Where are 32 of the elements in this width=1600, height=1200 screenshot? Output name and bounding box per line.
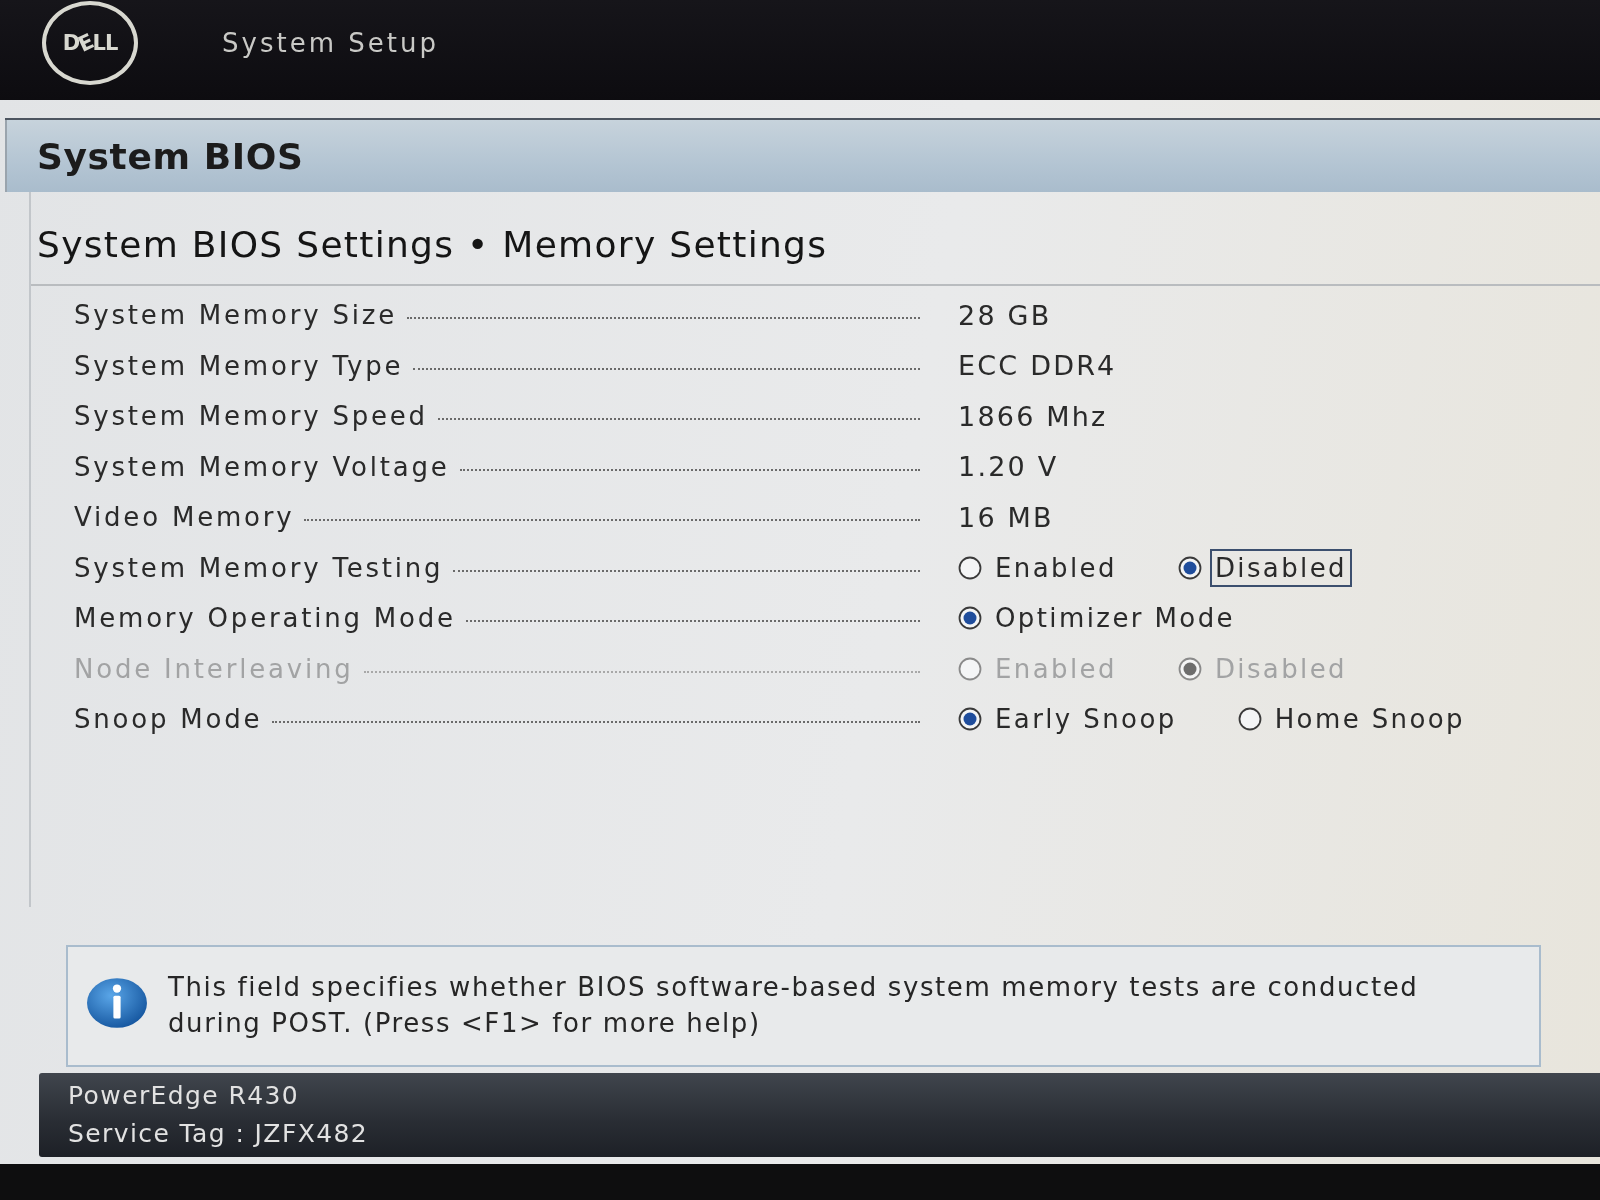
setting-label: Node Interleaving [74,653,354,684]
radio-button[interactable] [958,555,982,580]
setting-label: Snoop Mode [74,704,263,735]
option-label[interactable]: Optimizer Mode [990,599,1240,638]
radio-button[interactable] [1177,555,1202,580]
info-icon [86,977,148,1029]
logo: DELL [42,1,138,85]
section-title: System BIOS Settings • Memory Settings [37,223,828,265]
setting-label: System Memory Size [74,300,397,331]
service-tag: Service Tag : JZFX482 [68,1117,1600,1151]
setting-value: 1866 Mhz [958,400,1108,432]
radio-button[interactable] [958,606,982,631]
option-label[interactable]: Enabled [990,548,1122,587]
setting-label: Video Memory [74,502,295,533]
app-title: System Setup [222,28,439,58]
option-label[interactable]: Disabled [1209,548,1353,587]
page-title: System BIOS [37,135,304,177]
option-label[interactable]: Early Snoop [990,700,1182,739]
help-text: This field specifies whether BIOS software-based system memory tests are conducted during POST. (Press <F1> for more help) [168,971,1420,1040]
setting-value: 1.20 V [958,451,1059,483]
setting-label: System Memory Speed [74,401,428,432]
radio-button[interactable] [958,707,982,732]
setting-label: Memory Operating Mode [74,603,456,634]
setting-value: ECC DDR4 [958,350,1117,382]
setting-value: 16 MB [958,501,1054,533]
setting-label: System Memory Voltage [74,451,450,482]
radio-button[interactable] [1237,707,1262,732]
setting-label: System Memory Testing [74,552,444,583]
setting-value: 28 GB [958,299,1052,331]
model-name: PowerEdge R430 [68,1080,301,1112]
setting-label: System Memory Type [74,350,404,381]
option-label[interactable]: Home Snoop [1269,700,1470,739]
